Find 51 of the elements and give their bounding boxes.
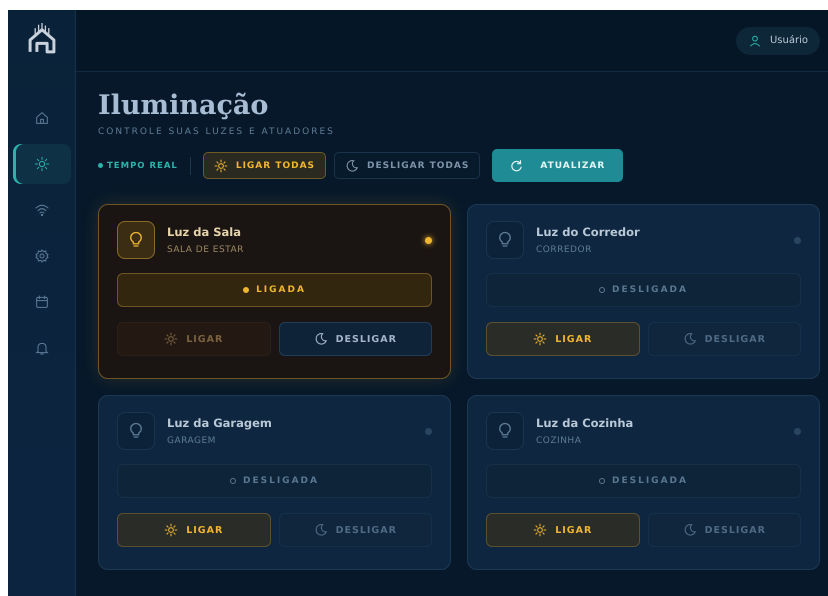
turn-on-button[interactable]: LIGAR [486, 322, 640, 356]
nav-item[interactable] [12, 144, 70, 184]
sun-icon [214, 158, 228, 172]
moon-icon [314, 523, 328, 537]
moon-icon [682, 332, 697, 346]
refresh-icon [510, 158, 524, 172]
turn-on-button[interactable]: LIGAR [486, 513, 640, 547]
status-dot-icon [243, 287, 250, 293]
sun-icon [164, 523, 178, 537]
light-name: Luz da Garagem [167, 416, 273, 430]
status-dot-icon [230, 478, 236, 484]
light-name: Luz do Corredor [536, 225, 641, 239]
sun-icon [533, 523, 548, 537]
status-label: DESLIGADA [243, 476, 319, 486]
page-title: Iluminação [98, 90, 270, 121]
bell-icon [34, 340, 50, 356]
settings-icon [34, 248, 50, 264]
turn-all-on-button[interactable]: LIGAR TODAS [202, 152, 326, 179]
home-icon [34, 110, 50, 126]
moon-icon [682, 523, 697, 537]
status-label: LIGADA [256, 285, 306, 295]
lightbulb-icon [117, 221, 155, 259]
status-label: DESLIGADA [612, 285, 688, 295]
wifi-icon [34, 202, 50, 218]
lightbulb-icon [486, 221, 524, 259]
turn-all-off-button[interactable]: DESLIGAR TODAS [334, 152, 480, 179]
moon-icon [314, 332, 328, 346]
room-name: COZINHA [536, 436, 582, 446]
live-dot-icon [98, 163, 103, 168]
live-indicator: TEMPO REAL [107, 160, 178, 170]
lightbulb-icon [486, 412, 524, 450]
room-name: SALA DE ESTAR [167, 245, 245, 255]
user-button[interactable]: Usuário [736, 26, 820, 54]
light-name: Luz da Cozinha [536, 416, 634, 430]
room-name: CORREDOR [536, 245, 593, 255]
status-label: DESLIGADA [612, 476, 688, 486]
turn-off-button[interactable]: DESLIGAR [278, 322, 432, 356]
user-icon [748, 34, 762, 48]
lightbulb-icon [117, 412, 155, 450]
refresh-button[interactable]: ATUALIZAR [492, 149, 624, 182]
calendar-icon [34, 294, 50, 310]
sun-icon [164, 332, 178, 346]
turn-on-button[interactable]: LIGAR [117, 513, 270, 547]
sun-icon [34, 156, 50, 172]
sun-icon [533, 332, 548, 346]
room-name: GARAGEM [167, 436, 217, 446]
moon-icon [345, 158, 360, 172]
page-subtitle: CONTROLE SUAS LUZES E ATUADORES [98, 127, 336, 137]
status-dot-icon [599, 287, 605, 293]
status-dot-icon [599, 478, 605, 484]
light-name: Luz da Sala [167, 225, 242, 239]
